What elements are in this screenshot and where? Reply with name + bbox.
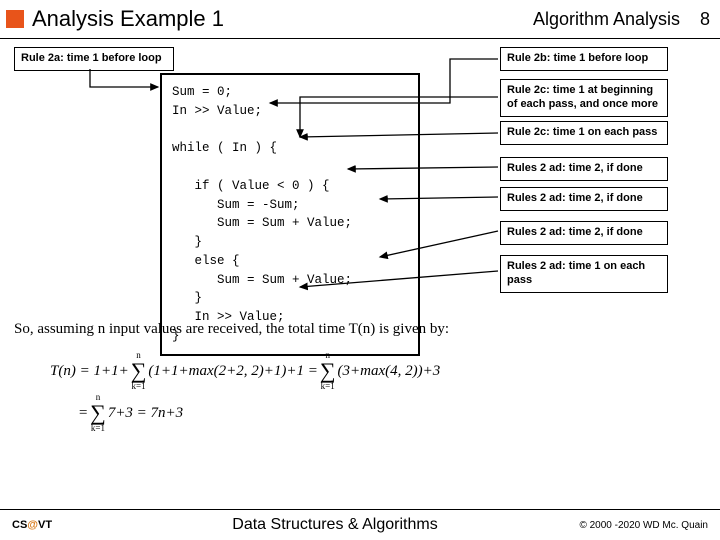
equation-block: T(n) = 1+1+ n ∑ k=1 (1+1+max(2+2, 2)+1)+… <box>50 351 440 435</box>
rule-2c-beginning-box: Rule 2c: time 1 at beginning of each pas… <box>500 79 668 117</box>
rule-2b-box: Rule 2b: time 1 before loop <box>500 47 668 71</box>
eq-mid2: (3+max(4, 2))+3 <box>338 363 441 380</box>
accent-square-icon <box>6 10 24 28</box>
eq-line2a: = <box>78 405 88 422</box>
sigma-icon: n ∑ k=1 <box>320 351 336 391</box>
slide-title: Analysis Example 1 <box>32 6 533 32</box>
slide-header: Analysis Example 1 Algorithm Analysis 8 <box>0 0 720 39</box>
eq-mid1: (1+1+max(2+2, 2)+1)+1 = <box>148 363 317 380</box>
rule-2ad-1-box: Rules 2 ad: time 2, if done <box>500 157 668 181</box>
code-block: Sum = 0; In >> Value; while ( In ) { if … <box>160 73 420 356</box>
rule-2ad-3-box: Rules 2 ad: time 2, if done <box>500 221 668 245</box>
rule-2ad-4-box: Rules 2 ad: time 1 on each pass <box>500 255 668 293</box>
page-number: 8 <box>690 9 710 30</box>
footer-right: © 2000 -2020 WD Mc. Quain <box>538 520 708 531</box>
footer-center: Data Structures & Algorithms <box>132 516 538 534</box>
section-title: Algorithm Analysis <box>533 9 680 30</box>
summary-text: So, assuming n input values are received… <box>14 321 449 338</box>
sigma-icon: n ∑ k=1 <box>131 351 147 391</box>
rule-2c-each-pass-box: Rule 2c: time 1 on each pass <box>500 121 668 145</box>
footer-left: CS@VT <box>12 519 132 531</box>
rule-2a-box: Rule 2a: time 1 before loop <box>14 47 174 71</box>
eq-lhs: T(n) = 1+1+ <box>50 363 129 380</box>
rule-2ad-2-box: Rules 2 ad: time 2, if done <box>500 187 668 211</box>
sigma-icon: n ∑ k=1 <box>90 393 106 433</box>
slide-body: Rule 2a: time 1 before loop Sum = 0; In … <box>0 39 720 469</box>
eq-line2b: 7+3 = 7n+3 <box>108 405 183 422</box>
slide-footer: CS@VT Data Structures & Algorithms © 200… <box>0 509 720 540</box>
